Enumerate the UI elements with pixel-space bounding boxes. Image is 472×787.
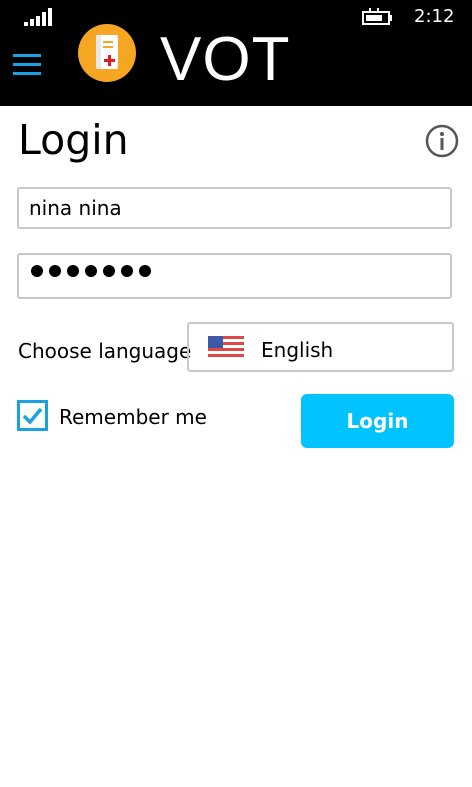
language-value: English bbox=[261, 338, 334, 362]
app-logo bbox=[78, 24, 136, 82]
checkmark-icon bbox=[22, 407, 43, 425]
info-icon[interactable] bbox=[425, 124, 459, 158]
remember-me-label: Remember me bbox=[59, 405, 207, 429]
language-select[interactable]: English bbox=[187, 322, 454, 372]
battery-icon bbox=[362, 8, 392, 25]
app-bar: VOT bbox=[0, 24, 472, 106]
menu-icon[interactable] bbox=[13, 54, 41, 76]
language-label: Choose language bbox=[18, 339, 192, 363]
remember-me-checkbox[interactable] bbox=[17, 400, 48, 431]
page-title: Login bbox=[18, 116, 129, 164]
signal-icon bbox=[24, 8, 52, 26]
password-mask bbox=[31, 265, 151, 277]
username-input[interactable] bbox=[19, 189, 450, 227]
app-title: VOT bbox=[160, 25, 291, 94]
login-button[interactable]: Login bbox=[301, 394, 454, 448]
status-time: 2:12 bbox=[414, 6, 455, 27]
username-field[interactable] bbox=[17, 187, 452, 229]
password-field[interactable] bbox=[17, 253, 452, 299]
us-flag-icon bbox=[208, 336, 244, 360]
